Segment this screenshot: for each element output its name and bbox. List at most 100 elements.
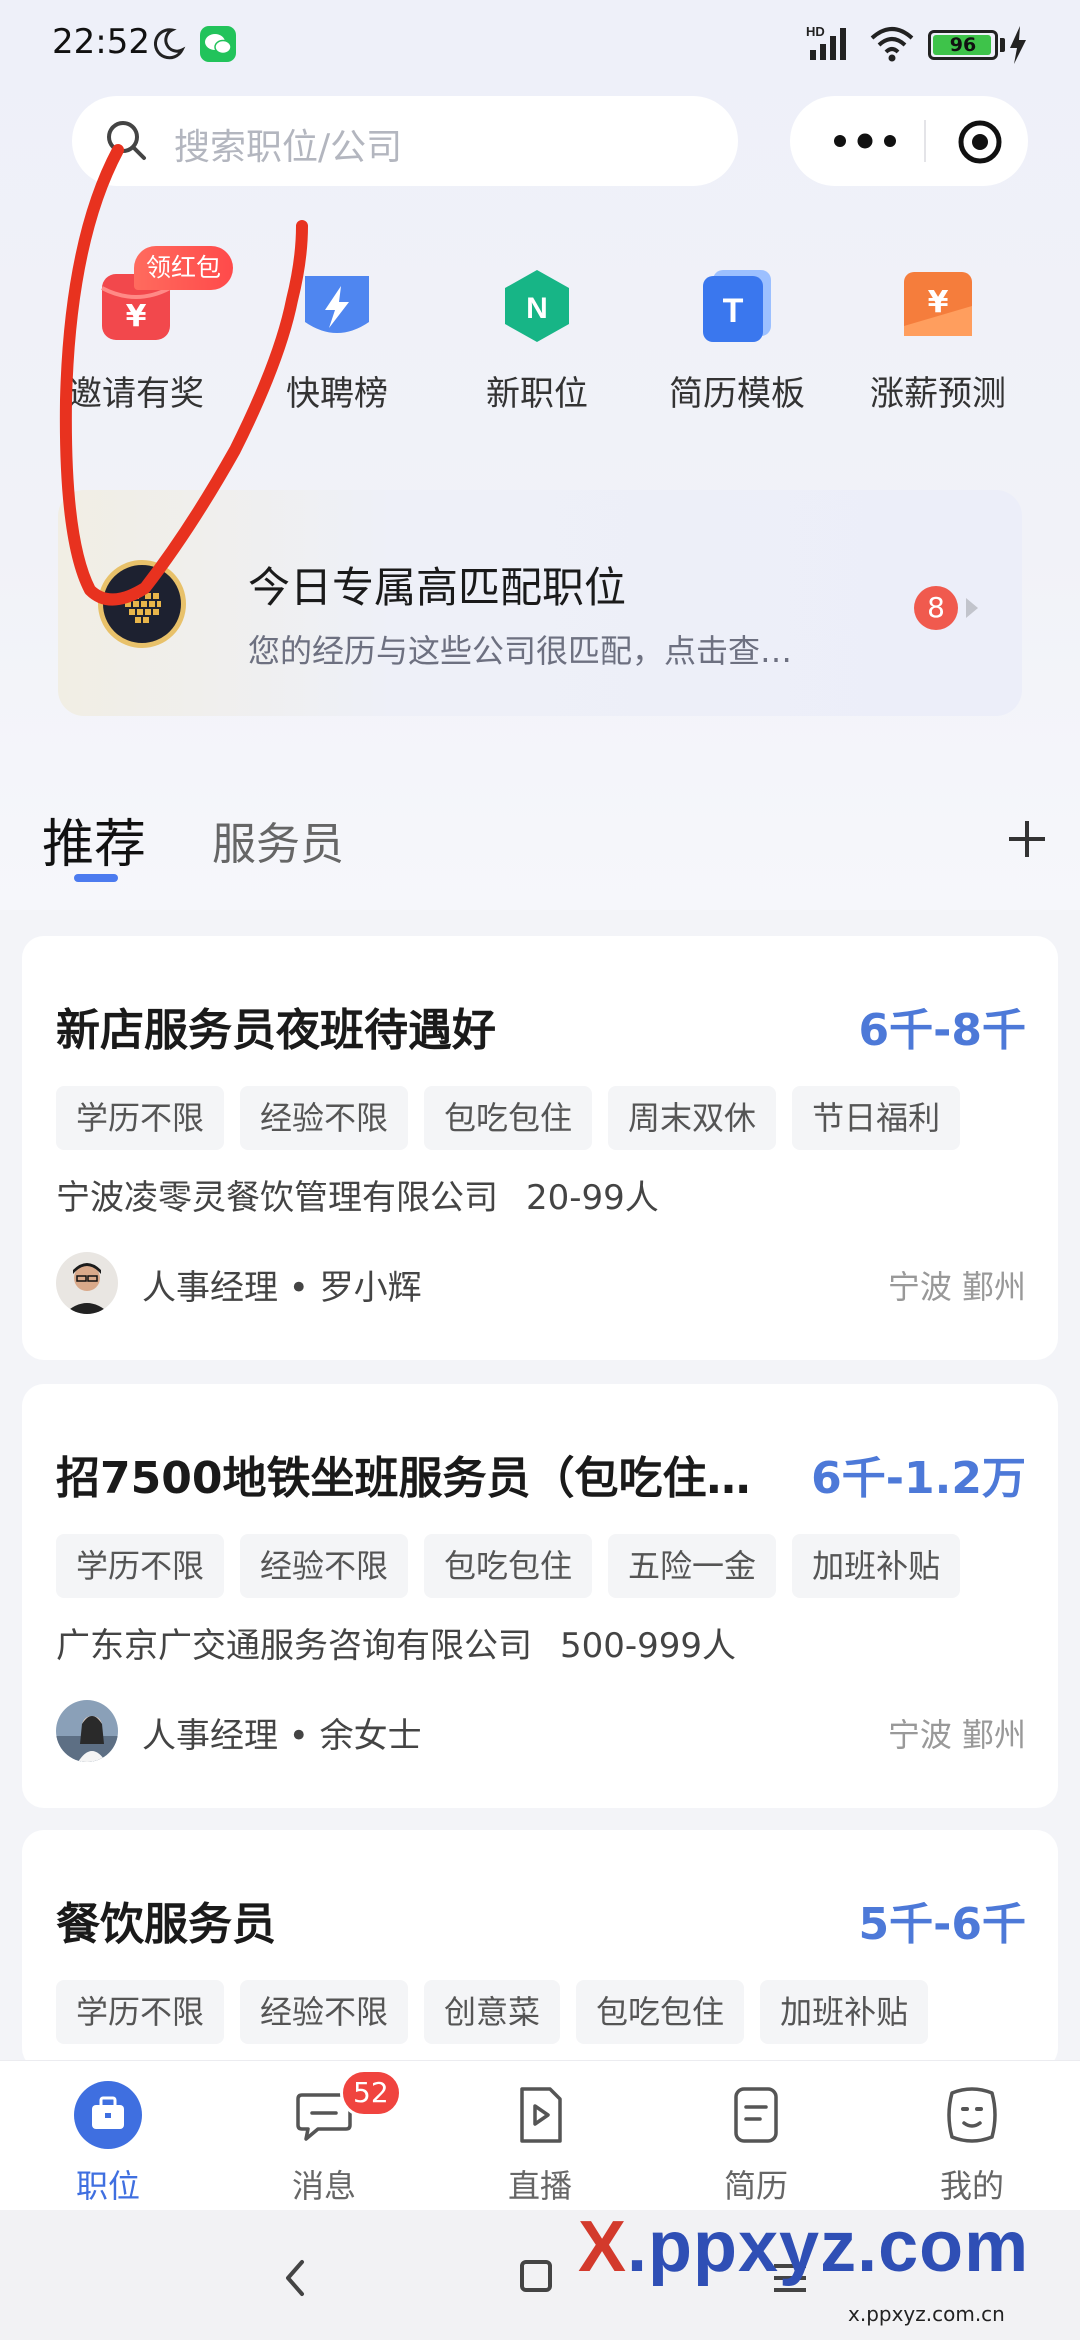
job-salary: 5千-6千 xyxy=(858,1899,1027,1950)
wifi-icon xyxy=(870,27,914,62)
job-salary: 6千-1.2万 xyxy=(811,1453,1026,1504)
job-tag: 五险一金 xyxy=(608,1534,777,1598)
watermark-domain: .ppxyz.com xyxy=(627,2207,1030,2287)
job-tag: 包吃包住 xyxy=(424,1534,593,1598)
job-tags: 学历不限 经验不限 包吃包住 五险一金 加班补贴 xyxy=(56,1534,976,1598)
profile-face-icon xyxy=(947,2087,997,2143)
resume-t-icon: T xyxy=(703,270,771,342)
quick-entry-new-jobs[interactable]: N 新职位 xyxy=(447,266,627,426)
nav-item-live[interactable]: 直播 xyxy=(432,2061,648,2211)
quick-entry-label: 新职位 xyxy=(486,374,588,414)
charging-bolt-icon xyxy=(1010,26,1026,64)
svg-text:¥: ¥ xyxy=(126,299,147,334)
job-tags: 学历不限 经验不限 创意菜 包吃包住 加班补贴 xyxy=(56,1980,944,2044)
company-info: 宁波凌零灵餐饮管理有限公司 20-99人 xyxy=(56,1170,659,1219)
quick-entry-salary-forecast[interactable]: ¥ 涨薪预测 xyxy=(848,266,1028,426)
search-input[interactable]: 搜索职位/公司 xyxy=(72,96,738,186)
job-tag: 创意菜 xyxy=(424,1980,561,2044)
battery-indicator: 96 xyxy=(928,30,998,60)
more-dots-icon[interactable] xyxy=(826,122,904,160)
job-card[interactable]: 餐饮服务员 5千-6千 学历不限 经验不限 创意菜 包吃包住 加班补贴 xyxy=(22,1830,1058,2070)
bottom-nav: 职位 52 消息 直播 简历 我的 xyxy=(0,2060,1080,2210)
job-tag: 经验不限 xyxy=(240,1980,409,2044)
match-title: 今日专属高匹配职位 xyxy=(248,563,627,612)
job-tags: 学历不限 经验不限 包吃包住 周末双休 节日福利 xyxy=(56,1086,976,1150)
chevron-right-icon xyxy=(966,598,978,618)
job-location: 宁波 鄞州 xyxy=(887,1268,1026,1306)
match-avatar xyxy=(98,560,186,648)
job-tag: 学历不限 xyxy=(56,1534,225,1598)
job-card[interactable]: 招7500地铁坐班服务员（包吃住… 6千-1.2万 学历不限 经验不限 包吃包住… xyxy=(22,1384,1058,1808)
tab-waiter[interactable]: 服务员 xyxy=(212,808,344,872)
svg-text:N: N xyxy=(526,292,548,325)
nav-item-resume[interactable]: 简历 xyxy=(648,2061,864,2211)
nav-label: 消息 xyxy=(291,2167,356,2205)
company-name: 宁波凌零灵餐饮管理有限公司 xyxy=(56,1178,498,1218)
nav-label: 直播 xyxy=(507,2167,572,2205)
battery-level: 96 xyxy=(949,34,977,56)
job-tag: 包吃包住 xyxy=(576,1980,745,2044)
back-icon[interactable] xyxy=(282,2258,306,2298)
quick-entry-resume-template[interactable]: T 简历模板 xyxy=(647,266,827,426)
job-tag: 周末双休 xyxy=(608,1086,777,1150)
job-tag: 经验不限 xyxy=(240,1086,409,1150)
high-match-banner[interactable]: 今日专属高匹配职位 您的经历与这些公司很匹配，点击查… 8 xyxy=(58,490,1022,716)
quick-entry-label: 简历模板 xyxy=(669,374,805,414)
live-play-icon xyxy=(520,2087,562,2143)
quick-entry-label: 涨薪预测 xyxy=(870,374,1006,414)
tab-recommend[interactable]: 推荐 xyxy=(42,802,146,877)
nav-label: 职位 xyxy=(75,2167,140,2205)
wechat-icon xyxy=(200,26,236,62)
quick-entry-fast-hire[interactable]: 快聘榜 xyxy=(247,266,427,426)
company-size: 500-999人 xyxy=(560,1626,737,1666)
watermark-url: x.ppxyz.com.cn xyxy=(848,2302,1005,2326)
capsule-divider xyxy=(924,120,926,162)
job-title: 新店服务员夜班待遇好 xyxy=(56,1005,496,1056)
nav-label: 我的 xyxy=(939,2167,1004,2205)
job-location: 宁波 鄞州 xyxy=(887,1716,1026,1754)
recruiter-name: 人事经理 • 余女士 xyxy=(142,1716,422,1756)
recruiter-name: 人事经理 • 罗小辉 xyxy=(142,1268,422,1308)
job-tag: 经验不限 xyxy=(240,1534,409,1598)
search-icon xyxy=(107,121,146,160)
signal-icon: HD xyxy=(806,24,846,60)
nav-label: 简历 xyxy=(723,2167,788,2205)
add-tab-icon[interactable] xyxy=(1006,818,1048,860)
status-time: 22:52 xyxy=(52,22,150,62)
company-info: 广东京广交通服务咨询有限公司 500-999人 xyxy=(56,1618,736,1667)
nav-item-profile[interactable]: 我的 xyxy=(864,2061,1080,2211)
briefcase-icon xyxy=(74,2081,142,2149)
quick-entry-label: 邀请有奖 xyxy=(68,374,204,414)
recruiter-avatar xyxy=(56,1700,118,1762)
company-name: 广东京广交通服务咨询有限公司 xyxy=(56,1626,532,1666)
red-packet-badge: 领红包 xyxy=(134,246,234,290)
nav-item-jobs[interactable]: 职位 xyxy=(0,2061,216,2211)
job-tag: 包吃包住 xyxy=(424,1086,593,1150)
watermark-x: X xyxy=(578,2207,628,2287)
job-tag: 节日福利 xyxy=(792,1086,961,1150)
salary-yen-icon: ¥ xyxy=(904,272,972,336)
mini-program-capsule xyxy=(790,96,1028,186)
status-bar: 22:52 HD 96 xyxy=(0,0,1080,90)
tab-active-indicator xyxy=(74,874,118,882)
job-tag: 加班补贴 xyxy=(760,1980,929,2044)
svg-text:¥: ¥ xyxy=(928,285,949,320)
new-n-icon: N xyxy=(505,270,569,342)
site-watermark: X.ppxyz.com xyxy=(578,2206,1029,2288)
nav-item-messages[interactable]: 52 消息 xyxy=(216,2061,432,2211)
job-title: 餐饮服务员 xyxy=(56,1899,276,1950)
job-tag: 学历不限 xyxy=(56,1086,225,1150)
recruiter-avatar xyxy=(56,1252,118,1314)
close-target-icon[interactable] xyxy=(956,118,1004,166)
svg-text:T: T xyxy=(723,292,744,330)
lightning-bolt-icon xyxy=(305,276,369,333)
job-tag: 学历不限 xyxy=(56,1980,225,2044)
home-icon[interactable] xyxy=(520,2260,552,2292)
job-card[interactable]: 新店服务员夜班待遇好 6千-8千 学历不限 经验不限 包吃包住 周末双休 节日福… xyxy=(22,936,1058,1360)
resume-doc-icon xyxy=(734,2087,778,2143)
company-size: 20-99人 xyxy=(526,1178,659,1218)
quick-entry-invite[interactable]: ¥ 邀请有奖 xyxy=(46,266,226,426)
job-tag: 加班补贴 xyxy=(792,1534,961,1598)
network-label: HD xyxy=(806,24,825,39)
match-description: 您的经历与这些公司很匹配，点击查… xyxy=(248,632,793,670)
